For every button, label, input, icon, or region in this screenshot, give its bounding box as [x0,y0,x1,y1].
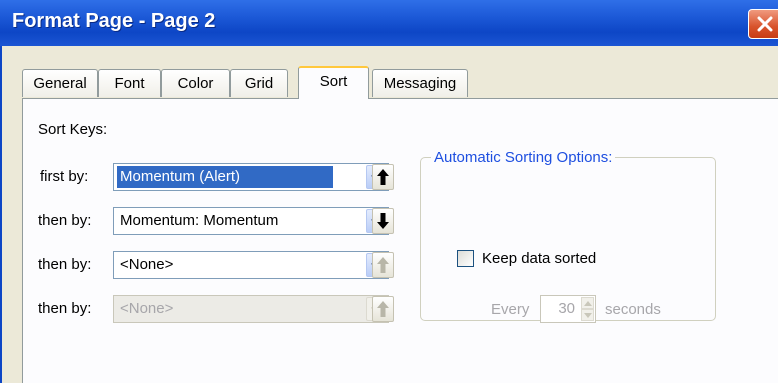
tab-label: Messaging [383,75,457,92]
tab-label: Sort [319,73,348,90]
seconds-value: 30 [558,300,575,317]
sort-row-3-label: then by: [38,256,92,273]
seconds-spinner: 30 [540,295,596,323]
spin-down-icon [584,313,592,318]
tab-grid[interactable]: Grid [230,69,288,97]
close-button[interactable] [748,9,778,39]
sort-key-3-select[interactable]: <None> [113,251,389,279]
keep-sorted-label[interactable]: Keep data sorted [482,250,596,267]
sort-key-4-select: <None> [113,295,389,323]
window-title: Format Page - Page 2 [12,10,216,32]
spin-down-button [581,309,594,321]
tab-messaging[interactable]: Messaging [372,69,468,97]
keep-sorted-checkbox[interactable] [457,250,474,267]
tab-general[interactable]: General [22,69,98,97]
tab-color[interactable]: Color [161,69,230,97]
arrow-down-icon [377,213,389,229]
arrow-up-icon [377,301,389,317]
spin-up-icon [584,301,592,306]
sort-key-4-value: <None> [120,300,174,317]
seconds-label: seconds [605,301,661,318]
sort-row-4-label: then by: [38,300,92,317]
tab-font[interactable]: Font [98,69,161,97]
sort-1-direction-button[interactable] [372,164,394,190]
sort-key-1-select[interactable]: Momentum (Alert) [113,163,389,191]
tab-label: Font [114,75,145,92]
dialog-body: General Font Color Grid Sort Messaging S… [0,46,778,383]
sort-key-2-value: Momentum: Momentum [120,212,279,229]
sort-key-1-value: Momentum (Alert) [117,166,333,188]
spin-up-button [581,297,594,309]
arrow-up-icon [377,169,389,185]
sort-key-2-select[interactable]: Momentum: Momentum [113,207,389,235]
every-label: Every [491,301,530,318]
sort-2-direction-button[interactable] [372,208,394,234]
auto-sort-group-title: Automatic Sorting Options: [431,149,616,166]
arrow-up-icon [377,257,389,273]
sort-tab-panel: Sort Keys: first by: Momentum (Alert) th… [22,98,778,383]
tab-label: Color [177,75,214,92]
tab-label: General [33,75,87,92]
sort-row-2-label: then by: [38,212,92,229]
close-icon [757,16,773,32]
sort-key-3-value: <None> [120,256,174,273]
sort-3-direction-button [372,252,394,278]
tab-sort[interactable]: Sort [298,66,369,99]
tab-label: Grid [244,75,274,92]
sort-row-1-label: first by: [40,168,89,185]
title-bar[interactable]: Format Page - Page 2 [0,0,778,46]
sort-keys-label: Sort Keys: [38,121,108,138]
sort-4-direction-button [372,296,394,322]
